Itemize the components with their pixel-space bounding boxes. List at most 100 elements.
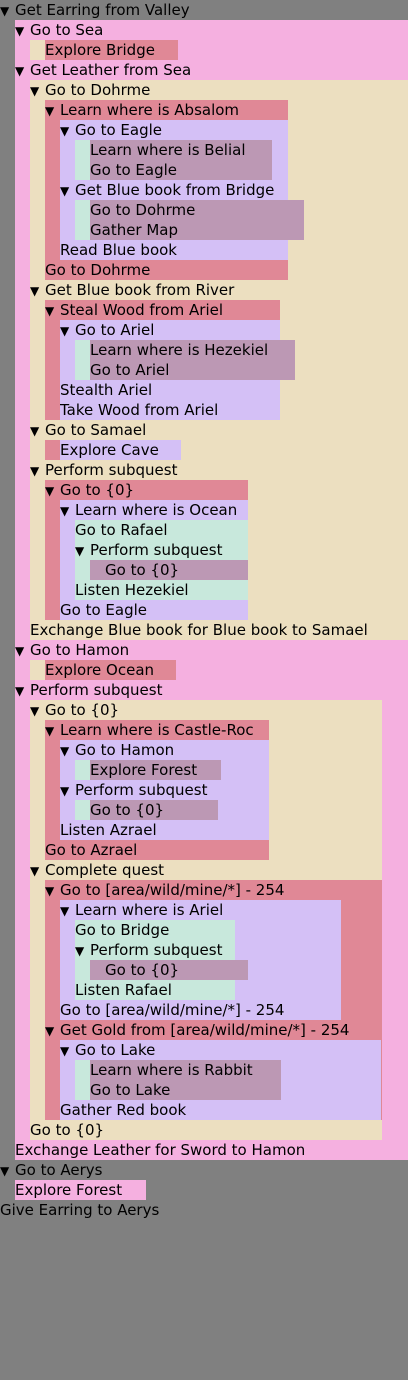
expand-triangle-icon[interactable]: ▼ xyxy=(30,281,45,300)
node-label: Go to Azrael xyxy=(45,841,138,859)
tree-node-read-blue-book: Read Blue book xyxy=(60,240,408,260)
tree-node-get-leather-from-sea[interactable]: ▼ Get Leather from Sea xyxy=(15,60,408,80)
tree-node-go-to-ariel[interactable]: ▼ Go to Ariel xyxy=(60,320,408,340)
tree-node-steal-wood-from-ariel[interactable]: ▼ Steal Wood from Ariel xyxy=(45,300,408,320)
expand-triangle-icon[interactable]: ▼ xyxy=(60,741,75,760)
expand-triangle-icon[interactable]: ▼ xyxy=(60,781,75,800)
expand-triangle-icon[interactable]: ▼ xyxy=(60,1041,75,1060)
tree-node-learn-where-is-absalom[interactable]: ▼ Learn where is Absalom xyxy=(45,100,408,120)
tree-node-go-to-dohrme: Go to Dohrme xyxy=(45,260,408,280)
node-label: Learn where is Rabbit xyxy=(90,1061,253,1079)
tree-node-learn-where-is-ariel[interactable]: ▼ Learn where is Ariel xyxy=(60,900,408,920)
node-label: Listen Rafael xyxy=(75,981,172,999)
node-label: Take Wood from Ariel xyxy=(60,401,219,419)
node-label: Go to Lake xyxy=(90,1081,171,1099)
node-label: Steal Wood from Ariel xyxy=(60,301,224,319)
tree-node-go-to-eagle[interactable]: ▼ Go to Eagle xyxy=(60,120,408,140)
expand-triangle-icon[interactable]: ▼ xyxy=(60,121,75,140)
node-label: Get Blue book from Bridge xyxy=(75,181,275,199)
expand-triangle-icon[interactable]: ▼ xyxy=(0,1161,15,1180)
expand-triangle-icon[interactable]: ▼ xyxy=(60,901,75,920)
tree-node-perform-subquest[interactable]: ▼ Perform subquest xyxy=(15,680,408,700)
tree-node-get-blue-book-from-bridge[interactable]: ▼ Get Blue book from Bridge xyxy=(60,180,408,200)
tree-node-go-to-sea[interactable]: ▼ Go to Sea xyxy=(15,20,408,40)
node-label: Listen Azrael xyxy=(60,821,157,839)
expand-triangle-icon[interactable]: ▼ xyxy=(30,81,45,100)
tree-node-go-to-area-wild-mine-254: Go to [area/wild/mine/*] - 254 xyxy=(60,1000,408,1020)
node-label: Read Blue book xyxy=(60,241,177,259)
tree-node-get-blue-book-from-river[interactable]: ▼ Get Blue book from River xyxy=(30,280,408,300)
expand-triangle-icon[interactable]: ▼ xyxy=(45,881,60,900)
node-label: Perform subquest xyxy=(75,781,208,799)
tree-node-go-to-0: Go to {0} xyxy=(30,1120,408,1140)
tree-node-go-to-area-wild-mine-254[interactable]: ▼ Go to [area/wild/mine/*] - 254 xyxy=(45,880,408,900)
expand-triangle-icon[interactable]: ▼ xyxy=(75,541,90,560)
expand-triangle-icon[interactable]: ▼ xyxy=(45,721,60,740)
node-label: Go to {0} xyxy=(105,561,180,579)
expand-triangle-icon[interactable]: ▼ xyxy=(75,941,90,960)
tree-node-go-to-hamon[interactable]: ▼ Go to Hamon xyxy=(15,640,408,660)
tree-node-learn-where-is-belial: Learn where is Belial xyxy=(90,140,408,160)
expand-triangle-icon[interactable]: ▼ xyxy=(15,21,30,40)
expand-triangle-icon[interactable]: ▼ xyxy=(0,1,15,20)
node-label: Exchange Blue book for Blue book to Sama… xyxy=(30,621,368,639)
node-label: Go to Bridge xyxy=(75,921,170,939)
tree-node-go-to-samael[interactable]: ▼ Go to Samael xyxy=(30,420,408,440)
tree-node-go-to-dohrme[interactable]: ▼ Go to Dohrme xyxy=(30,80,408,100)
tree-node-learn-where-is-castle-roc[interactable]: ▼ Learn where is Castle-Roc xyxy=(45,720,408,740)
node-label: Complete quest xyxy=(45,861,165,879)
tree-node-get-gold-from-area-wild-mine-254[interactable]: ▼ Get Gold from [area/wild/mine/*] - 254 xyxy=(45,1020,408,1040)
tree-node-go-to-rafael: Go to Rafael xyxy=(75,520,408,540)
expand-triangle-icon[interactable]: ▼ xyxy=(30,421,45,440)
tree-node-go-to-ariel: Go to Ariel xyxy=(90,360,408,380)
tree-node-learn-where-is-hezekiel: Learn where is Hezekiel xyxy=(90,340,408,360)
tree-node-listen-rafael: Listen Rafael xyxy=(75,980,408,1000)
node-label: Go to Dohrme xyxy=(45,261,151,279)
tree-node-go-to-lake: Go to Lake xyxy=(90,1080,408,1100)
node-label: Learn where is Ariel xyxy=(75,901,224,919)
expand-triangle-icon[interactable]: ▼ xyxy=(30,861,45,880)
expand-triangle-icon[interactable]: ▼ xyxy=(45,481,60,500)
node-label: Get Earring from Valley xyxy=(15,1,190,19)
tree-node-give-earring-to-aerys: Give Earring to Aerys xyxy=(0,1200,408,1220)
node-label: Exchange Leather for Sword to Hamon xyxy=(15,1141,306,1159)
tree-node-complete-quest[interactable]: ▼ Complete quest xyxy=(30,860,408,880)
tree-node-explore-cave: Explore Cave xyxy=(60,440,408,460)
node-label: Get Blue book from River xyxy=(45,281,235,299)
tree-node-listen-hezekiel: Listen Hezekiel xyxy=(75,580,408,600)
tree-node-gather-map: Gather Map xyxy=(90,220,408,240)
tree-node-perform-subquest[interactable]: ▼ Perform subquest xyxy=(60,780,408,800)
tree-node-perform-subquest[interactable]: ▼ Perform subquest xyxy=(30,460,408,480)
node-label: Explore Cave xyxy=(60,441,159,459)
tree-node-go-to-lake[interactable]: ▼ Go to Lake xyxy=(60,1040,408,1060)
tree-node-explore-forest: Explore Forest xyxy=(90,760,408,780)
tree-node-go-to-0: Go to {0} xyxy=(90,800,408,820)
expand-triangle-icon[interactable]: ▼ xyxy=(60,501,75,520)
expand-triangle-icon[interactable]: ▼ xyxy=(45,101,60,120)
tree-node-perform-subquest[interactable]: ▼ Perform subquest xyxy=(75,940,408,960)
node-label: Stealth Ariel xyxy=(60,381,153,399)
tree-node-go-to-aerys[interactable]: ▼ Go to Aerys xyxy=(0,1160,408,1180)
node-label: Go to {0} xyxy=(90,801,165,819)
node-label: Go to Hamon xyxy=(75,741,175,759)
expand-triangle-icon[interactable]: ▼ xyxy=(15,641,30,660)
tree-node-go-to-0[interactable]: ▼ Go to {0} xyxy=(45,480,408,500)
tree-node-get-earring-from-valley[interactable]: ▼ Get Earring from Valley xyxy=(0,0,408,20)
tree-node-go-to-0[interactable]: ▼ Go to {0} xyxy=(30,700,408,720)
tree-node-learn-where-is-ocean[interactable]: ▼ Learn where is Ocean xyxy=(60,500,408,520)
expand-triangle-icon[interactable]: ▼ xyxy=(30,461,45,480)
expand-triangle-icon[interactable]: ▼ xyxy=(60,181,75,200)
expand-triangle-icon[interactable]: ▼ xyxy=(30,701,45,720)
expand-triangle-icon[interactable]: ▼ xyxy=(15,61,30,80)
expand-triangle-icon[interactable]: ▼ xyxy=(15,681,30,700)
tree-node-go-to-dohrme: Go to Dohrme xyxy=(90,200,408,220)
expand-triangle-icon[interactable]: ▼ xyxy=(45,301,60,320)
node-label: Go to {0} xyxy=(30,1121,105,1139)
tree-node-stealth-ariel: Stealth Ariel xyxy=(60,380,408,400)
node-label: Learn where is Hezekiel xyxy=(90,341,269,359)
expand-triangle-icon[interactable]: ▼ xyxy=(45,1021,60,1040)
expand-triangle-icon[interactable]: ▼ xyxy=(60,321,75,340)
tree-node-perform-subquest[interactable]: ▼ Perform subquest xyxy=(75,540,408,560)
node-label: Go to [area/wild/mine/*] - 254 xyxy=(60,1001,285,1019)
tree-node-go-to-hamon[interactable]: ▼ Go to Hamon xyxy=(60,740,408,760)
